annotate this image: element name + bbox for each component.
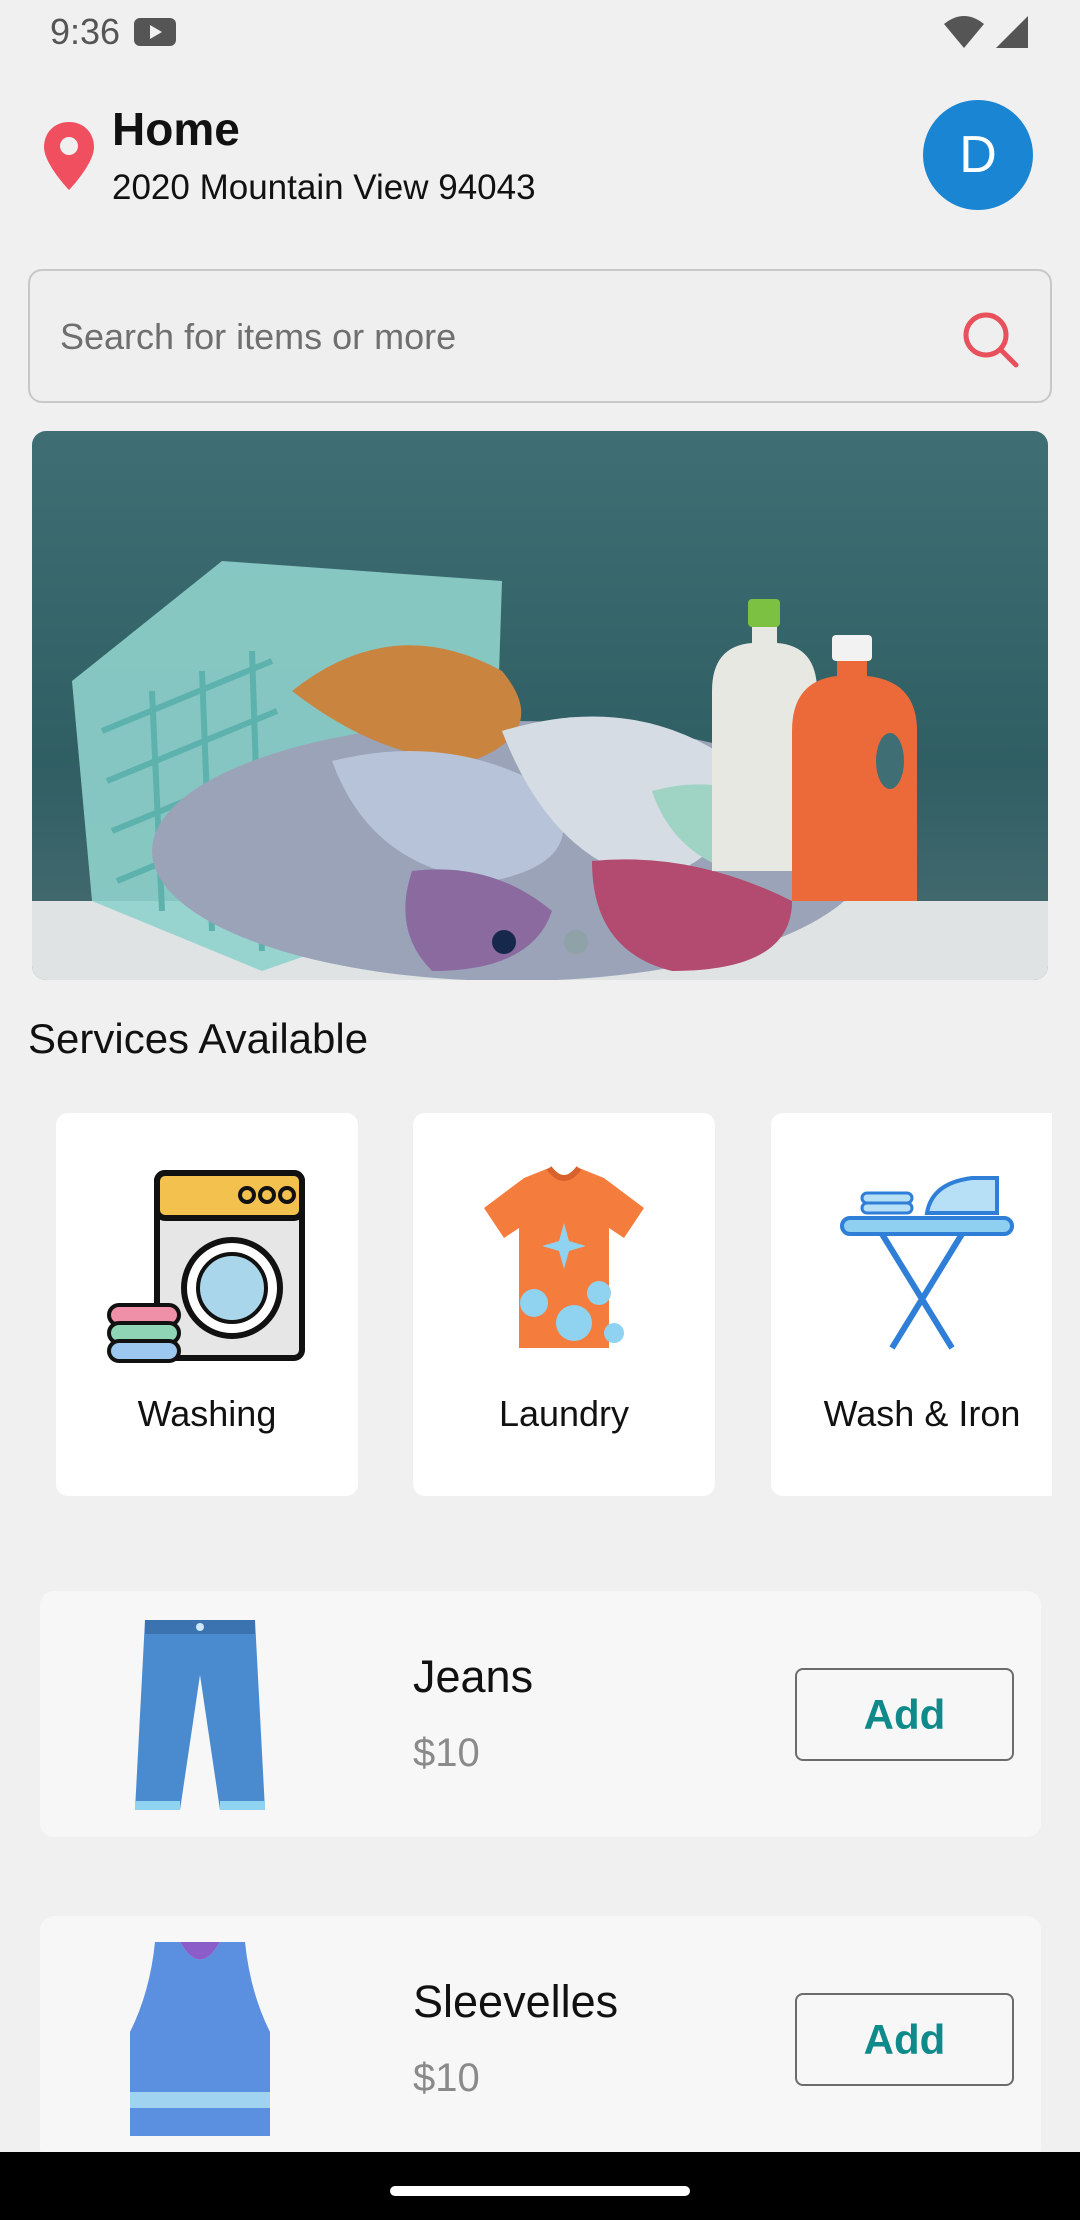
service-label: Laundry bbox=[498, 1393, 630, 1434]
search-bar bbox=[28, 269, 1052, 403]
tshirt-bubbles-icon bbox=[484, 1166, 644, 1348]
home-indicator[interactable] bbox=[390, 2186, 690, 2196]
carousel-dots bbox=[32, 930, 1048, 954]
tank-top-icon bbox=[130, 1942, 270, 2136]
product-name: Sleevelles bbox=[413, 1976, 619, 2027]
services-carousel[interactable]: Washing Laundry Wash & Iron bbox=[0, 1113, 1052, 1498]
promo-banner[interactable] bbox=[32, 431, 1048, 980]
washing-machine-icon bbox=[107, 1170, 305, 1363]
jeans-icon bbox=[135, 1620, 265, 1810]
status-right bbox=[942, 14, 1030, 50]
service-label: Wash & Iron bbox=[823, 1393, 1021, 1434]
carousel-dot[interactable] bbox=[564, 930, 588, 954]
avatar-letter: D bbox=[959, 126, 997, 184]
service-card-laundry[interactable]: Laundry bbox=[413, 1113, 715, 1496]
carousel-dot-active[interactable] bbox=[492, 930, 516, 954]
add-sleevelles-button[interactable]: Add bbox=[795, 1993, 1014, 2086]
status-time: 9:36 bbox=[50, 11, 121, 52]
service-label: Washing bbox=[137, 1393, 277, 1434]
search-input[interactable] bbox=[58, 307, 938, 367]
cellular-signal-icon bbox=[996, 16, 1028, 48]
avatar[interactable]: D bbox=[923, 100, 1033, 210]
product-name: Jeans bbox=[413, 1651, 534, 1702]
product-price: $10 bbox=[413, 1731, 480, 1775]
header: Home 2020 Mountain View 94043 D bbox=[0, 64, 1080, 264]
services-title: Services Available bbox=[28, 1015, 369, 1062]
wifi-icon bbox=[944, 16, 984, 48]
add-jeans-button[interactable]: Add bbox=[795, 1668, 1014, 1761]
location-pin-icon[interactable] bbox=[42, 120, 96, 192]
product-price: $10 bbox=[413, 2056, 480, 2100]
location-title[interactable]: Home bbox=[112, 102, 240, 156]
product-card-sleevelles: Sleevelles $10 Add bbox=[40, 1916, 1041, 2162]
system-navigation-bar bbox=[0, 2152, 1080, 2220]
status-left: 9:36 bbox=[50, 11, 177, 53]
youtube-notification-icon bbox=[134, 18, 177, 46]
service-card-washing[interactable]: Washing bbox=[56, 1113, 358, 1496]
status-bar: 9:36 bbox=[0, 0, 1080, 64]
service-card-wash-iron[interactable]: Wash & Iron bbox=[771, 1113, 1052, 1496]
search-icon[interactable] bbox=[958, 307, 1022, 371]
ironing-board-icon bbox=[840, 1176, 1014, 1350]
location-address[interactable]: 2020 Mountain View 94043 bbox=[112, 168, 536, 208]
product-card-jeans: Jeans $10 Add bbox=[40, 1591, 1041, 1837]
laundry-basket-illustration bbox=[32, 561, 1048, 980]
